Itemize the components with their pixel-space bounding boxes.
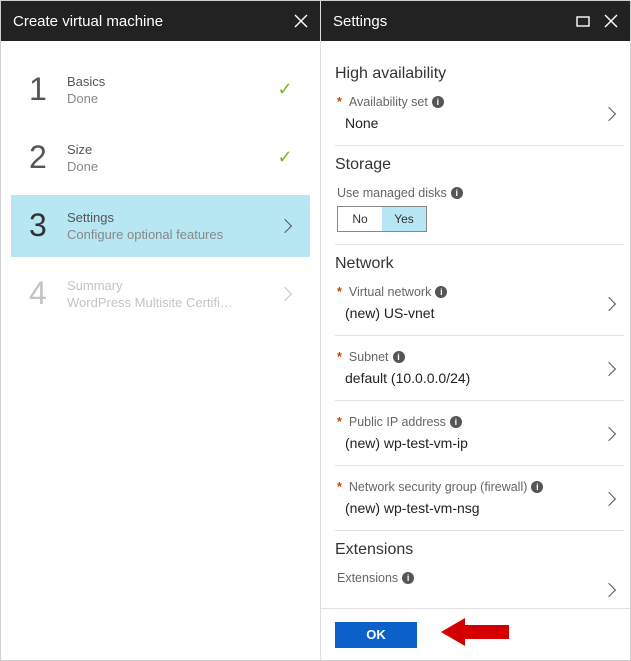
info-icon[interactable]: i xyxy=(432,96,444,108)
chevron-right-icon xyxy=(278,286,292,300)
divider xyxy=(335,145,624,146)
chevron-right-icon xyxy=(602,107,616,121)
field-value: (new) wp-test-vm-nsg xyxy=(337,494,600,518)
field-value xyxy=(337,585,600,593)
divider xyxy=(335,400,624,401)
section-high-availability: High availability xyxy=(335,65,624,83)
section-network: Network xyxy=(335,255,624,273)
divider xyxy=(335,244,624,245)
chevron-right-icon xyxy=(602,492,616,506)
step-title: Basics xyxy=(67,74,274,89)
info-icon[interactable]: i xyxy=(451,187,463,199)
toggle-option-no[interactable]: No xyxy=(338,207,382,231)
field-label-text: Extensions xyxy=(337,571,398,585)
create-vm-header: Create virtual machine xyxy=(1,1,320,41)
create-vm-title: Create virtual machine xyxy=(13,13,163,30)
required-indicator: * xyxy=(337,415,342,429)
chevron-right-icon xyxy=(602,362,616,376)
create-vm-panel: Create virtual machine 1 Basics Done ✓ 2… xyxy=(1,1,321,660)
close-icon[interactable] xyxy=(294,14,308,28)
field-managed-disks: Use managed disks i No Yes xyxy=(335,182,624,242)
field-public-ip[interactable]: * Public IP address i (new) wp-test-vm-ip xyxy=(335,411,624,463)
wizard-step-size[interactable]: 2 Size Done ✓ xyxy=(11,127,310,189)
required-indicator: * xyxy=(337,95,342,109)
field-virtual-network[interactable]: * Virtual network i (new) US-vnet xyxy=(335,281,624,333)
settings-body[interactable]: High availability * Availability set i N… xyxy=(321,41,630,608)
required-indicator: * xyxy=(337,350,342,364)
step-title: Summary xyxy=(67,278,274,293)
divider xyxy=(335,530,624,531)
field-label-text: Network security group (firewall) xyxy=(349,480,528,494)
chevron-right-icon xyxy=(602,297,616,311)
field-extensions[interactable]: Extensions i xyxy=(335,567,624,605)
step-subtitle: Configure optional features xyxy=(67,227,237,242)
field-subnet[interactable]: * Subneti default (10.0.0.0/24) xyxy=(335,346,624,398)
ok-button[interactable]: OK xyxy=(335,622,417,648)
field-label-text: Availability set xyxy=(349,95,428,109)
settings-title: Settings xyxy=(333,13,387,30)
divider xyxy=(335,335,624,336)
step-number: 4 xyxy=(25,275,67,312)
section-storage: Storage xyxy=(335,156,624,174)
step-title: Size xyxy=(67,142,274,157)
chevron-right-icon xyxy=(602,583,616,597)
maximize-icon[interactable] xyxy=(576,14,590,28)
required-indicator: * xyxy=(337,480,342,494)
managed-disks-toggle[interactable]: No Yes xyxy=(337,206,427,232)
wizard-step-summary: 4 Summary WordPress Multisite Certified … xyxy=(11,263,310,325)
field-nsg[interactable]: * Network security group (firewall)i (new… xyxy=(335,476,624,528)
step-subtitle: WordPress Multisite Certified b... xyxy=(67,295,237,310)
settings-panel: Settings High availability * Availabilit… xyxy=(321,1,630,660)
toggle-option-yes[interactable]: Yes xyxy=(382,207,426,231)
chevron-right-icon xyxy=(278,218,292,232)
settings-footer: OK xyxy=(321,608,630,660)
info-icon[interactable]: i xyxy=(435,286,447,298)
field-label-text: Subnet xyxy=(349,350,389,364)
section-extensions: Extensions xyxy=(335,541,624,559)
wizard-steps: 1 Basics Done ✓ 2 Size Done ✓ 3 Settings xyxy=(1,41,320,343)
info-icon[interactable]: i xyxy=(402,572,414,584)
required-indicator: * xyxy=(337,285,342,299)
info-icon[interactable]: i xyxy=(393,351,405,363)
field-value: (new) wp-test-vm-ip xyxy=(337,429,600,453)
step-subtitle: Done xyxy=(67,159,237,174)
info-icon[interactable]: i xyxy=(531,481,543,493)
field-availability-set[interactable]: * Availability set i None xyxy=(335,91,624,143)
field-label-text: Use managed disks xyxy=(337,186,447,200)
field-label-text: Public IP address xyxy=(349,415,446,429)
divider xyxy=(335,465,624,466)
field-value: (new) US-vnet xyxy=(337,299,600,323)
field-value: default (10.0.0.0/24) xyxy=(337,364,600,388)
wizard-step-settings[interactable]: 3 Settings Configure optional features xyxy=(11,195,310,257)
settings-header: Settings xyxy=(321,1,630,41)
chevron-right-icon xyxy=(602,427,616,441)
step-number: 1 xyxy=(25,71,67,108)
info-icon[interactable]: i xyxy=(450,416,462,428)
field-label-text: Virtual network xyxy=(349,285,431,299)
check-icon: ✓ xyxy=(277,147,292,168)
check-icon: ✓ xyxy=(277,79,292,100)
step-number: 3 xyxy=(25,207,67,244)
close-icon[interactable] xyxy=(604,14,618,28)
step-title: Settings xyxy=(67,210,274,225)
field-value: None xyxy=(337,109,600,133)
step-subtitle: Done xyxy=(67,91,237,106)
step-number: 2 xyxy=(25,139,67,176)
wizard-step-basics[interactable]: 1 Basics Done ✓ xyxy=(11,59,310,121)
